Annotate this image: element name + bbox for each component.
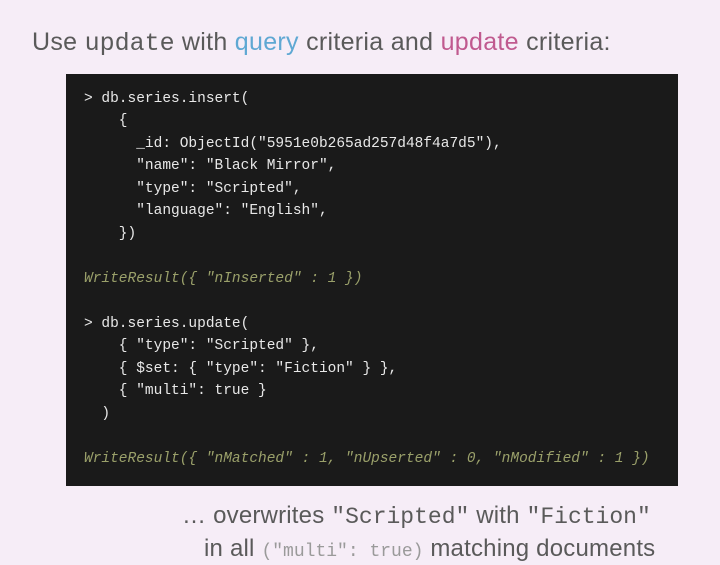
heading-text-pre: Use bbox=[32, 28, 85, 56]
code-line: "language": "English", bbox=[84, 203, 328, 219]
caption-text: in all bbox=[204, 535, 261, 562]
code-line: }) bbox=[84, 226, 136, 242]
heading-text-mid2: criteria and bbox=[299, 28, 441, 56]
caption-multi: ("multi": true) bbox=[261, 542, 423, 562]
code-line: "name": "Black Mirror", bbox=[84, 158, 336, 174]
caption-line-2: in all ("multi": true) matching document… bbox=[182, 533, 688, 565]
code-block: > db.series.insert( { _id: ObjectId("595… bbox=[66, 74, 678, 486]
heading-text-post: criteria: bbox=[519, 28, 611, 56]
code-line: { $set: { "type": "Fiction" } }, bbox=[84, 361, 397, 377]
caption-text: … overwrites bbox=[182, 502, 331, 529]
heading-update-highlight: update bbox=[441, 28, 519, 56]
code-line: > db.series.update( bbox=[84, 316, 249, 332]
caption-fiction: "Fiction" bbox=[527, 504, 651, 530]
code-result: WriteResult({ "nInserted" : 1 }) bbox=[84, 271, 362, 287]
heading-query-highlight: query bbox=[235, 28, 299, 56]
code-line: { "type": "Scripted" }, bbox=[84, 338, 319, 354]
heading-text-mid1: with bbox=[175, 28, 235, 56]
code-line: { "multi": true } bbox=[84, 383, 267, 399]
code-line: _id: ObjectId("5951e0b265ad257d48f4a7d5"… bbox=[84, 136, 502, 152]
slide-heading: Use update with query criteria and updat… bbox=[32, 28, 688, 58]
slide-caption: … overwrites "Scripted" with "Fiction" i… bbox=[182, 500, 688, 565]
caption-scripted: "Scripted" bbox=[331, 504, 469, 530]
code-line: "type": "Scripted", bbox=[84, 181, 302, 197]
heading-update-keyword-1: update bbox=[85, 29, 175, 58]
code-line: > db.series.insert( bbox=[84, 91, 249, 107]
caption-text: matching documents bbox=[423, 535, 655, 562]
caption-line-1: … overwrites "Scripted" with "Fiction" bbox=[182, 500, 688, 533]
code-line: { bbox=[84, 113, 128, 129]
caption-text: with bbox=[469, 502, 526, 529]
code-result: WriteResult({ "nMatched" : 1, "nUpserted… bbox=[84, 451, 650, 467]
code-line: ) bbox=[84, 406, 110, 422]
